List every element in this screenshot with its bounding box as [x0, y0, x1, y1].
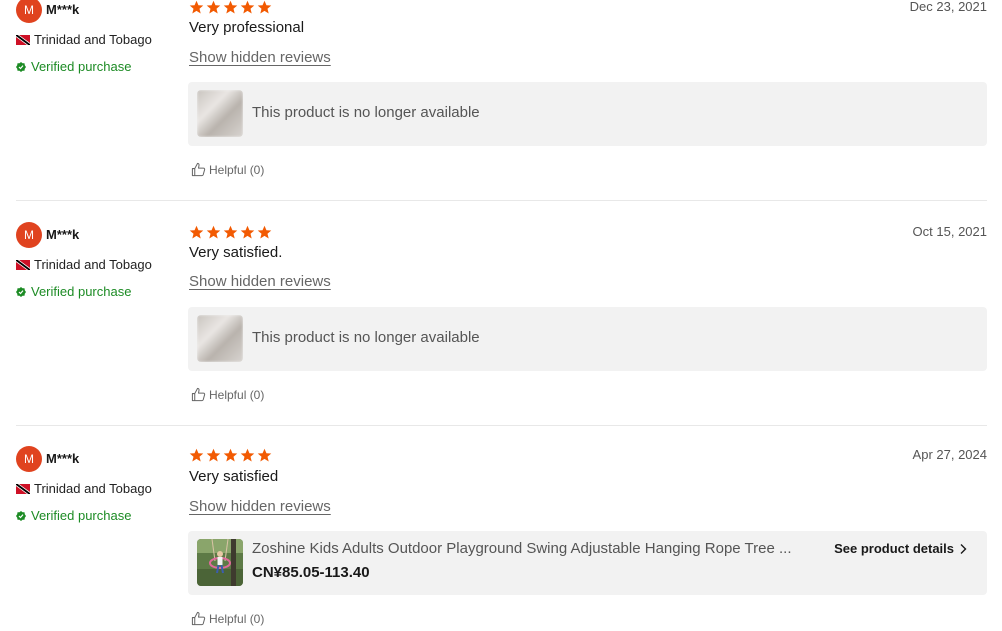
review-country: Trinidad and Tobago: [16, 257, 152, 272]
chevron-right-icon: [960, 543, 967, 554]
show-hidden-reviews-link[interactable]: Show hidden reviews: [189, 498, 331, 515]
star-icon: [189, 0, 204, 14]
verified-check-icon: [16, 510, 26, 521]
verified-badge: Verified purchase: [16, 284, 131, 299]
review-item: M M***k Trinidad and Tobago Verified pur…: [0, 211, 1002, 436]
verified-label: Verified purchase: [31, 284, 132, 299]
product-title[interactable]: Zoshine Kids Adults Outdoor Playground S…: [252, 540, 822, 557]
review-date: Oct 15, 2021: [912, 224, 987, 239]
helpful-label: Helpful (0): [209, 387, 265, 402]
divider: [16, 200, 987, 201]
star-rating: [189, 225, 272, 240]
thumbs-up-icon: [191, 611, 206, 626]
verified-check-icon: [16, 286, 26, 297]
see-details-label: See product details: [834, 541, 954, 556]
product-unavailable-message: This product is no longer available: [252, 104, 480, 121]
product-card: This product is no longer available: [188, 82, 987, 146]
show-hidden-reviews-link[interactable]: Show hidden reviews: [189, 49, 331, 66]
thumbs-up-icon: [191, 387, 206, 402]
reviews-list: M M***k Trinidad and Tobago Verified pur…: [0, 0, 1002, 631]
star-icon: [189, 225, 204, 239]
star-rating: [189, 448, 272, 463]
review-country: Trinidad and Tobago: [16, 32, 152, 47]
product-thumbnail: [197, 315, 243, 362]
review-item: M M***k Trinidad and Tobago Verified pur…: [0, 435, 1002, 631]
review-author: M***k: [46, 227, 80, 242]
star-icon: [223, 448, 238, 462]
review-date: Dec 23, 2021: [909, 0, 987, 14]
show-hidden-reviews-link[interactable]: Show hidden reviews: [189, 273, 331, 290]
product-price: CN¥85.05-113.40: [252, 564, 370, 581]
divider: [16, 425, 987, 426]
avatar: M: [16, 222, 42, 248]
trinidad-flag-icon: [16, 259, 30, 270]
review-text: Very satisfied: [189, 468, 279, 485]
review-text: Very professional: [189, 19, 305, 36]
verified-badge: Verified purchase: [16, 508, 131, 523]
star-icon: [223, 0, 238, 14]
trinidad-flag-icon: [16, 483, 30, 494]
avatar: M: [16, 0, 42, 23]
helpful-label: Helpful (0): [209, 162, 265, 177]
trinidad-flag-icon: [16, 34, 30, 45]
star-icon: [240, 225, 255, 239]
country-label: Trinidad and Tobago: [34, 481, 152, 496]
product-card[interactable]: Zoshine Kids Adults Outdoor Playground S…: [188, 531, 987, 595]
helpful-button[interactable]: Helpful (0): [191, 387, 264, 402]
review-author: M***k: [46, 2, 80, 17]
verified-label: Verified purchase: [31, 59, 132, 74]
star-icon: [257, 225, 272, 239]
country-label: Trinidad and Tobago: [34, 32, 152, 47]
country-label: Trinidad and Tobago: [34, 257, 152, 272]
star-rating: [189, 0, 272, 15]
helpful-label: Helpful (0): [209, 611, 265, 626]
star-icon: [240, 448, 255, 462]
verified-check-icon: [16, 61, 26, 72]
star-icon: [223, 225, 238, 239]
review-date: Apr 27, 2024: [912, 447, 987, 462]
star-icon: [257, 0, 272, 14]
review-country: Trinidad and Tobago: [16, 481, 152, 496]
product-thumbnail: [197, 539, 243, 586]
star-icon: [206, 448, 221, 462]
star-icon: [206, 0, 221, 14]
star-icon: [206, 225, 221, 239]
product-card: This product is no longer available: [188, 307, 987, 371]
review-text: Very satisfied.: [189, 244, 283, 261]
thumbs-up-icon: [191, 162, 206, 177]
see-product-details-link[interactable]: See product details: [834, 541, 967, 556]
verified-label: Verified purchase: [31, 508, 132, 523]
helpful-button[interactable]: Helpful (0): [191, 162, 264, 177]
star-icon: [189, 448, 204, 462]
product-thumbnail: [197, 90, 243, 137]
star-icon: [240, 0, 255, 14]
product-unavailable-message: This product is no longer available: [252, 329, 480, 346]
review-item: M M***k Trinidad and Tobago Verified pur…: [0, 0, 1002, 211]
swing-product-image: [197, 539, 243, 586]
avatar: M: [16, 446, 42, 472]
star-icon: [257, 448, 272, 462]
review-author: M***k: [46, 451, 80, 466]
helpful-button[interactable]: Helpful (0): [191, 611, 264, 626]
verified-badge: Verified purchase: [16, 59, 131, 74]
